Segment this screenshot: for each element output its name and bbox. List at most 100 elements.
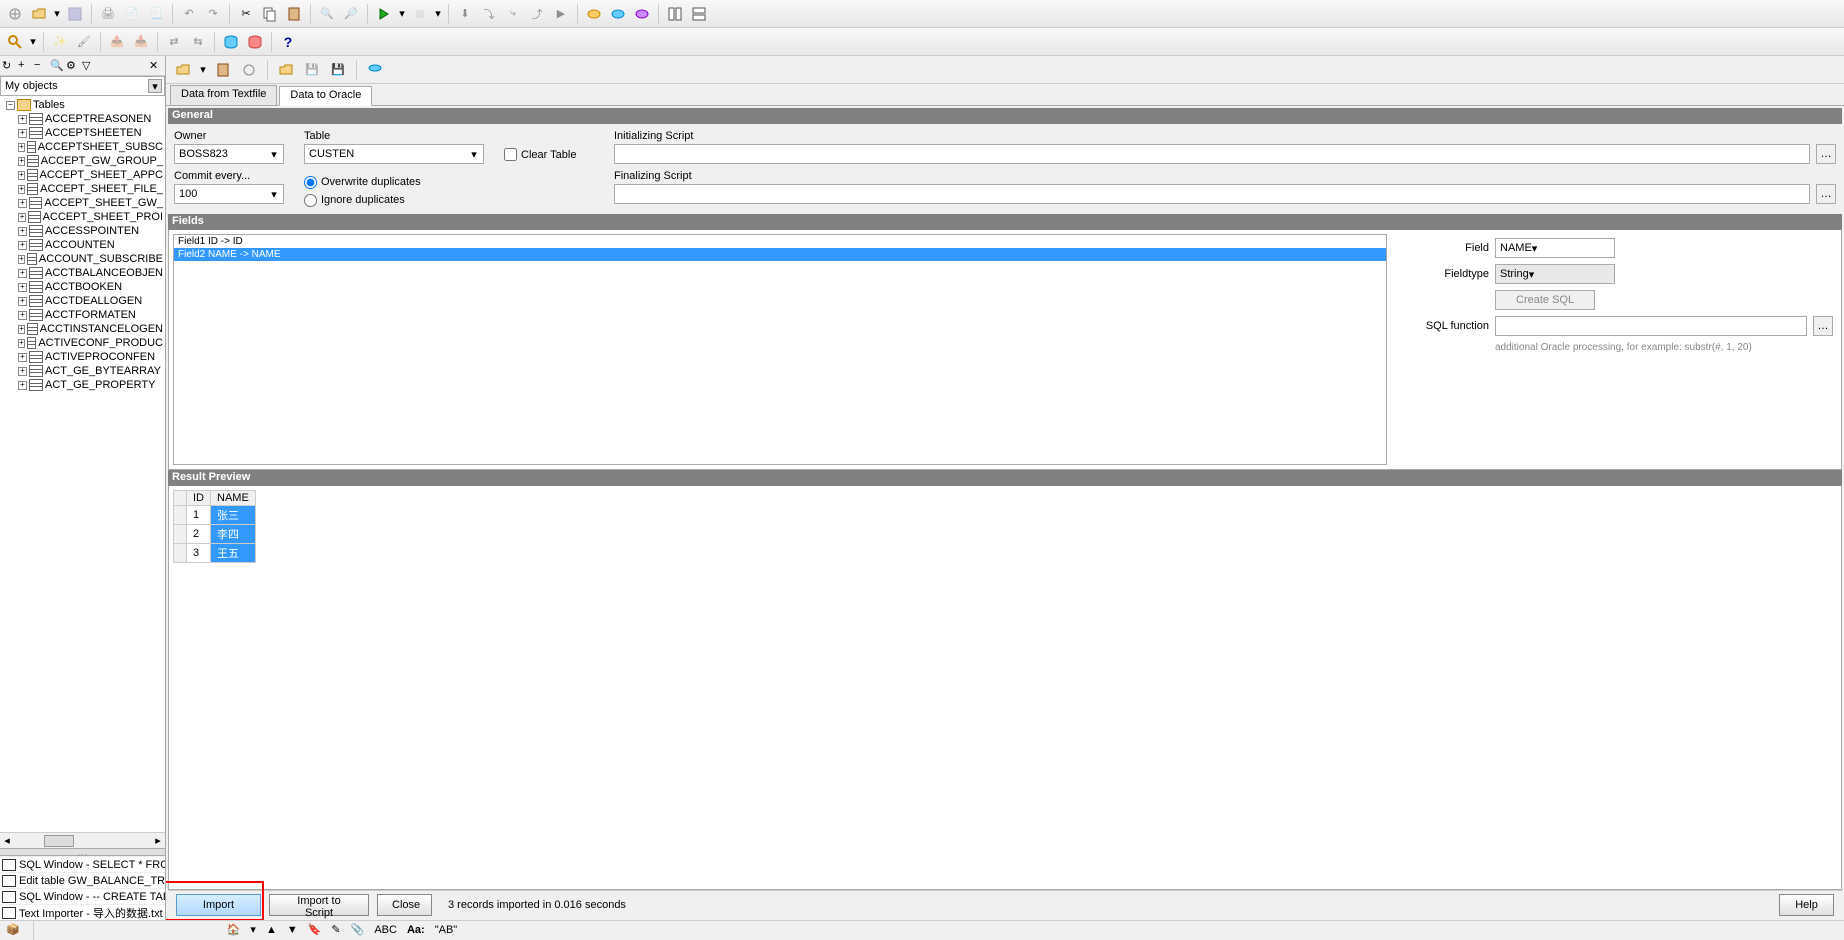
- tree-table-item[interactable]: +ACCEPTREASONEN: [2, 112, 163, 126]
- tree-table-item[interactable]: +ACT_GE_PROPERTY: [2, 378, 163, 392]
- brush-icon[interactable]: 🖌: [73, 31, 95, 53]
- diff-icon[interactable]: ⇆: [187, 31, 209, 53]
- cut-icon[interactable]: ✂: [235, 3, 257, 25]
- window-list-item[interactable]: Text Importer - 导入的数据.txt: [0, 904, 165, 920]
- paste-icon[interactable]: [283, 3, 305, 25]
- close-icon[interactable]: ✕: [149, 59, 163, 73]
- data-in-icon[interactable]: [220, 31, 242, 53]
- preview-icon[interactable]: [364, 59, 386, 81]
- compare-icon[interactable]: ⇄: [163, 31, 185, 53]
- up-icon[interactable]: ▲: [266, 924, 277, 936]
- expand-icon[interactable]: +: [18, 115, 27, 124]
- tree-table-item[interactable]: +ACT_GE_BYTEARRAY: [2, 364, 163, 378]
- tab-data-to-oracle[interactable]: Data to Oracle: [279, 86, 372, 106]
- edit-icon[interactable]: ✎: [331, 923, 340, 936]
- object-tree[interactable]: − Tables +ACCEPTREASONEN+ACCEPTSHEETEN+A…: [0, 96, 165, 832]
- break-icon[interactable]: ⬇: [454, 3, 476, 25]
- window-list-item[interactable]: SQL Window - -- CREATE TABLE CRI: [0, 888, 165, 904]
- dropdown-icon[interactable]: ▾: [52, 3, 62, 25]
- expand-icon[interactable]: +: [18, 59, 32, 73]
- tile-horizontal-icon[interactable]: [664, 3, 686, 25]
- init-script-ellipsis[interactable]: …: [1816, 144, 1836, 164]
- init-script-input[interactable]: [614, 144, 1810, 164]
- status-icon[interactable]: 📦: [6, 923, 20, 936]
- expand-icon[interactable]: +: [18, 311, 27, 320]
- tree-table-item[interactable]: +ACCEPT_SHEET_GW_: [2, 196, 163, 210]
- filter-icon[interactable]: ▽: [82, 59, 96, 73]
- chevron-down-icon[interactable]: ▾: [250, 923, 256, 936]
- tree-table-item[interactable]: +ACCTBALANCEOBJEN: [2, 266, 163, 280]
- expand-icon[interactable]: +: [18, 367, 27, 376]
- help-button[interactable]: Help: [1779, 894, 1834, 916]
- tile-vertical-icon[interactable]: [688, 3, 710, 25]
- print-setup-icon[interactable]: 📃: [145, 3, 167, 25]
- case-icon[interactable]: Aa:: [407, 924, 425, 936]
- open-icon[interactable]: [28, 3, 50, 25]
- down-icon[interactable]: ▼: [287, 924, 298, 936]
- new-config-icon[interactable]: [238, 59, 260, 81]
- data-out-icon[interactable]: [244, 31, 266, 53]
- table-row[interactable]: 1张三: [174, 506, 256, 525]
- tree-table-item[interactable]: +ACTIVECONF_PRODUC: [2, 336, 163, 350]
- undo-icon[interactable]: ↶: [178, 3, 200, 25]
- tree-table-item[interactable]: +ACCTFORMATEN: [2, 308, 163, 322]
- import-icon[interactable]: 📥: [130, 31, 152, 53]
- tree-table-item[interactable]: +ACCTINSTANCELOGEN: [2, 322, 163, 336]
- expand-icon[interactable]: +: [18, 129, 27, 138]
- tree-table-item[interactable]: +ACCEPT_GW_GROUP_: [2, 154, 163, 168]
- dropdown-icon[interactable]: ▾: [397, 3, 407, 25]
- table-row[interactable]: 3王五: [174, 544, 256, 563]
- fields-list[interactable]: Field1 ID -> IDField2 NAME -> NAME: [173, 234, 1387, 465]
- fieldtype-dropdown[interactable]: String▾: [1495, 264, 1615, 284]
- window-list-item[interactable]: Edit table GW_BALANCE_TRANSFER: [0, 872, 165, 888]
- table-row[interactable]: 2李四: [174, 525, 256, 544]
- owner-dropdown[interactable]: BOSS823▾: [174, 144, 284, 164]
- bookmark-icon[interactable]: 🔖: [308, 923, 322, 936]
- field-mapping-row[interactable]: Field2 NAME -> NAME: [174, 248, 1386, 261]
- save-icon[interactable]: [64, 3, 86, 25]
- copy-icon[interactable]: [259, 3, 281, 25]
- dropdown-icon[interactable]: ▾: [28, 31, 38, 53]
- tree-root-tables[interactable]: − Tables: [2, 98, 163, 112]
- redo-icon[interactable]: ↷: [202, 3, 224, 25]
- sqlfn-ellipsis[interactable]: …: [1813, 316, 1833, 336]
- print-preview-icon[interactable]: 📄: [121, 3, 143, 25]
- save-def-icon[interactable]: 💾: [301, 59, 323, 81]
- import-button[interactable]: Import: [176, 894, 261, 916]
- run-to-icon[interactable]: ▶: [550, 3, 572, 25]
- tree-table-item[interactable]: +ACCEPTSHEET_SUBSC: [2, 140, 163, 154]
- field-mapping-row[interactable]: Field1 ID -> ID: [174, 235, 1386, 248]
- collapse-icon[interactable]: −: [34, 59, 48, 73]
- clear-table-checkbox[interactable]: [504, 148, 517, 161]
- ignore-radio[interactable]: [304, 194, 317, 207]
- saveas-def-icon[interactable]: 💾: [327, 59, 349, 81]
- expand-icon[interactable]: +: [18, 283, 27, 292]
- expand-icon[interactable]: +: [18, 241, 27, 250]
- find-icon[interactable]: 🔍: [316, 3, 338, 25]
- settings-icon[interactable]: ⚙: [66, 59, 80, 73]
- execute-icon[interactable]: [373, 3, 395, 25]
- table-dropdown[interactable]: CUSTEN▾: [304, 144, 484, 164]
- tree-table-item[interactable]: +ACCOUNTEN: [2, 238, 163, 252]
- tree-table-item[interactable]: +ACTIVEPROCONFEN: [2, 350, 163, 364]
- tree-table-item[interactable]: +ACCTBOOKEN: [2, 280, 163, 294]
- expand-icon[interactable]: +: [18, 171, 25, 180]
- sessions-icon[interactable]: [631, 3, 653, 25]
- refresh-icon[interactable]: ↻: [2, 59, 16, 73]
- home-icon[interactable]: 🏠: [227, 923, 241, 936]
- expand-icon[interactable]: +: [18, 213, 26, 222]
- expand-icon[interactable]: +: [18, 325, 25, 334]
- step-icon[interactable]: ⤵: [478, 3, 500, 25]
- close-button[interactable]: Close: [377, 894, 432, 916]
- step-out-icon[interactable]: ⤴: [526, 3, 548, 25]
- sqlfn-input[interactable]: [1495, 316, 1807, 336]
- abc-icon[interactable]: ABC: [374, 924, 397, 936]
- dropdown-icon[interactable]: ▾: [433, 3, 443, 25]
- expand-icon[interactable]: +: [18, 227, 27, 236]
- paste-data-icon[interactable]: [212, 59, 234, 81]
- expand-icon[interactable]: +: [18, 255, 25, 264]
- pin-icon[interactable]: 📎: [351, 923, 365, 936]
- new-icon[interactable]: [4, 3, 26, 25]
- step-into-icon[interactable]: ⤷: [502, 3, 524, 25]
- tree-table-item[interactable]: +ACCEPT_SHEET_APPC: [2, 168, 163, 182]
